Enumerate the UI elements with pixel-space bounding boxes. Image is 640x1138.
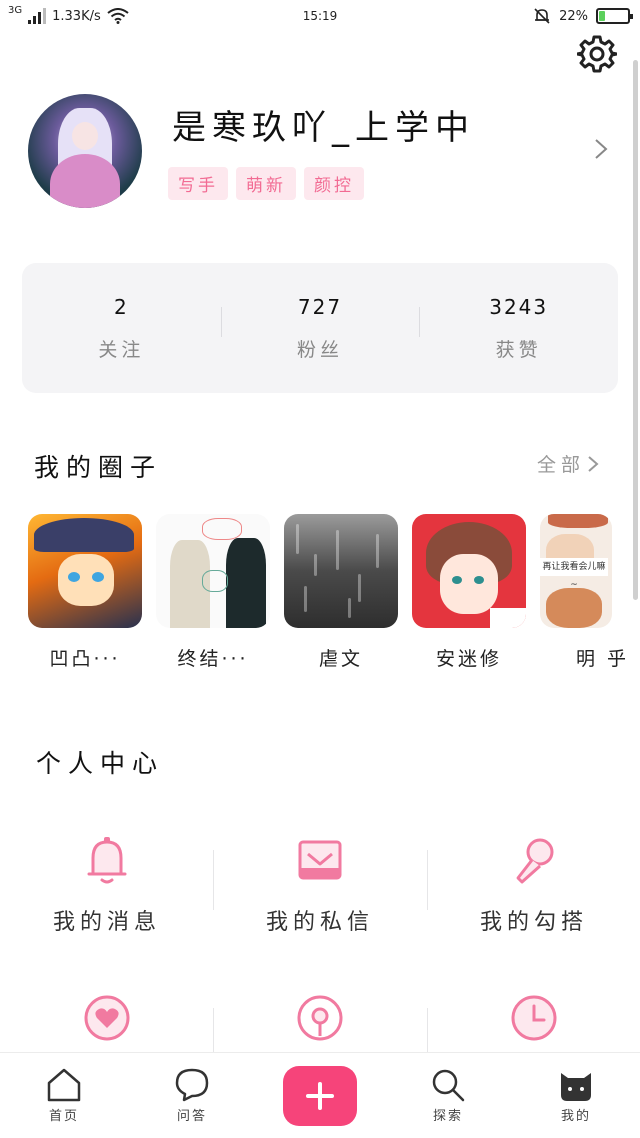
profile-tag[interactable]: 写手 bbox=[168, 167, 228, 200]
microphone-icon bbox=[516, 838, 554, 884]
circle-name: 终结··· bbox=[177, 648, 249, 670]
chevron-right-icon[interactable] bbox=[594, 138, 608, 160]
circle-item[interactable]: 安迷修 bbox=[412, 514, 526, 671]
tab-label: 问答 bbox=[176, 1109, 207, 1124]
stat-label: 获赞 bbox=[495, 338, 542, 361]
battery-icon bbox=[596, 8, 633, 24]
stat-value: 3243 bbox=[489, 294, 549, 319]
thumb-shape bbox=[92, 572, 104, 582]
battery-fill bbox=[599, 11, 606, 21]
circle-thumbnail: 再让我看会儿嘛~ bbox=[540, 514, 612, 628]
tab-label: 我的 bbox=[560, 1109, 591, 1124]
menu-label: 我的勾搭 bbox=[479, 910, 588, 935]
thumb-shape bbox=[336, 530, 339, 570]
thumb-shape bbox=[202, 570, 228, 592]
scrollbar[interactable] bbox=[633, 60, 638, 600]
menu-item-favorites[interactable] bbox=[0, 994, 214, 1060]
stat-value: 727 bbox=[297, 294, 343, 319]
thumb-shape bbox=[304, 586, 307, 612]
create-post-button[interactable] bbox=[283, 1066, 357, 1126]
tab-qa[interactable]: 问答 bbox=[128, 1053, 256, 1138]
stat-label: 粉丝 bbox=[297, 338, 344, 361]
thumb-shape bbox=[548, 514, 608, 528]
plus-icon-stroke bbox=[318, 1082, 322, 1110]
menu-my-messages[interactable]: 我的消息 bbox=[0, 836, 214, 936]
thumb-shape bbox=[68, 572, 80, 582]
see-all-label: 全部 bbox=[537, 454, 586, 476]
avatar-dress bbox=[50, 154, 120, 208]
thumb-shape bbox=[348, 598, 351, 618]
circle-thumbnail bbox=[412, 514, 526, 628]
mute-bell-icon bbox=[534, 8, 550, 24]
thumb-shape bbox=[474, 576, 484, 584]
circle-item[interactable]: 凹凸··· bbox=[28, 514, 142, 671]
tab-explore[interactable]: 探索 bbox=[384, 1053, 512, 1138]
thumb-shape bbox=[202, 518, 242, 540]
home-icon bbox=[47, 1068, 81, 1102]
circle-item[interactable]: 终结··· bbox=[156, 514, 270, 671]
avatar[interactable] bbox=[28, 94, 142, 208]
profile-tag[interactable]: 颜控 bbox=[304, 167, 364, 200]
thumb-shape bbox=[358, 574, 361, 602]
status-right: 22% bbox=[533, 7, 633, 25]
circle-name: 安迷修 bbox=[435, 648, 502, 670]
profile-tag[interactable]: 萌新 bbox=[236, 167, 296, 200]
battery-percent: 22% bbox=[559, 8, 588, 24]
profile-tags: 写手 萌新 颜控 bbox=[168, 167, 364, 200]
avatar-face bbox=[72, 122, 98, 150]
circles-section-title: 我的圈子 bbox=[34, 453, 163, 482]
status-bar: 3G 1.33K/s 15:19 22% bbox=[0, 0, 640, 34]
gear-icon[interactable] bbox=[577, 34, 617, 74]
bottom-tab-bar: 首页 问答 探索 我的 bbox=[0, 1052, 640, 1138]
broadcast-icon bbox=[297, 995, 343, 1041]
thumb-caption: 再让我看会儿嘛~ bbox=[540, 558, 608, 590]
clock-icon bbox=[511, 995, 557, 1041]
heart-icon bbox=[84, 995, 130, 1041]
menu-item-history[interactable] bbox=[427, 994, 640, 1060]
thumb-shape bbox=[58, 554, 114, 606]
chat-bubble-icon bbox=[175, 1068, 209, 1102]
circle-item[interactable]: 再让我看会儿嘛~ 明 乎 bbox=[540, 514, 630, 671]
thumb-shape bbox=[314, 554, 317, 576]
menu-label: 我的私信 bbox=[265, 910, 374, 935]
thumb-shape bbox=[34, 518, 134, 552]
circle-name: 凹凸··· bbox=[49, 648, 121, 670]
stat-likes[interactable]: 3243 获赞 bbox=[419, 295, 618, 362]
stat-label: 关注 bbox=[98, 338, 145, 361]
tab-label: 探索 bbox=[432, 1109, 463, 1124]
tab-home[interactable]: 首页 bbox=[0, 1053, 128, 1138]
username[interactable]: 是寒玖吖_上学中 bbox=[172, 100, 475, 149]
circle-thumbnail bbox=[28, 514, 142, 628]
stat-value: 2 bbox=[113, 294, 129, 319]
stat-following[interactable]: 2 关注 bbox=[22, 295, 221, 362]
menu-item-broadcast[interactable] bbox=[213, 994, 427, 1060]
stats-card: 2 关注 727 粉丝 3243 获赞 bbox=[22, 263, 618, 393]
see-all-link[interactable]: 全部 bbox=[537, 450, 599, 477]
cat-icon bbox=[561, 1073, 591, 1101]
circle-thumbnail bbox=[156, 514, 270, 628]
tab-label: 首页 bbox=[48, 1109, 79, 1124]
mail-icon bbox=[298, 840, 342, 880]
thumb-shape bbox=[440, 554, 498, 614]
personal-center-title: 个人中心 bbox=[36, 749, 165, 778]
menu-my-private-messages[interactable]: 我的私信 bbox=[213, 836, 427, 936]
stat-followers[interactable]: 727 粉丝 bbox=[220, 294, 420, 362]
tab-me[interactable]: 我的 bbox=[512, 1053, 640, 1138]
thumb-shape bbox=[376, 534, 379, 568]
thumb-shape bbox=[452, 576, 462, 584]
thumb-shape bbox=[296, 524, 299, 554]
circles-row[interactable]: 凹凸··· 终结··· 虐文 安迷修 再让我看会儿嘛~ 明 乎 bbox=[28, 514, 640, 674]
circle-thumbnail bbox=[284, 514, 398, 628]
circle-item[interactable]: 虐文 bbox=[284, 514, 398, 671]
menu-my-hookups[interactable]: 我的勾搭 bbox=[427, 836, 640, 936]
circle-name: 虐文 bbox=[318, 648, 363, 670]
bell-icon bbox=[87, 837, 127, 884]
thumb-shape bbox=[490, 608, 526, 628]
menu-label: 我的消息 bbox=[52, 910, 161, 935]
thumb-shape bbox=[546, 588, 602, 628]
search-icon bbox=[432, 1069, 465, 1102]
circle-name: 明 乎 bbox=[576, 648, 630, 670]
chevron-right-icon bbox=[588, 455, 599, 472]
thumb-shape bbox=[226, 538, 266, 628]
